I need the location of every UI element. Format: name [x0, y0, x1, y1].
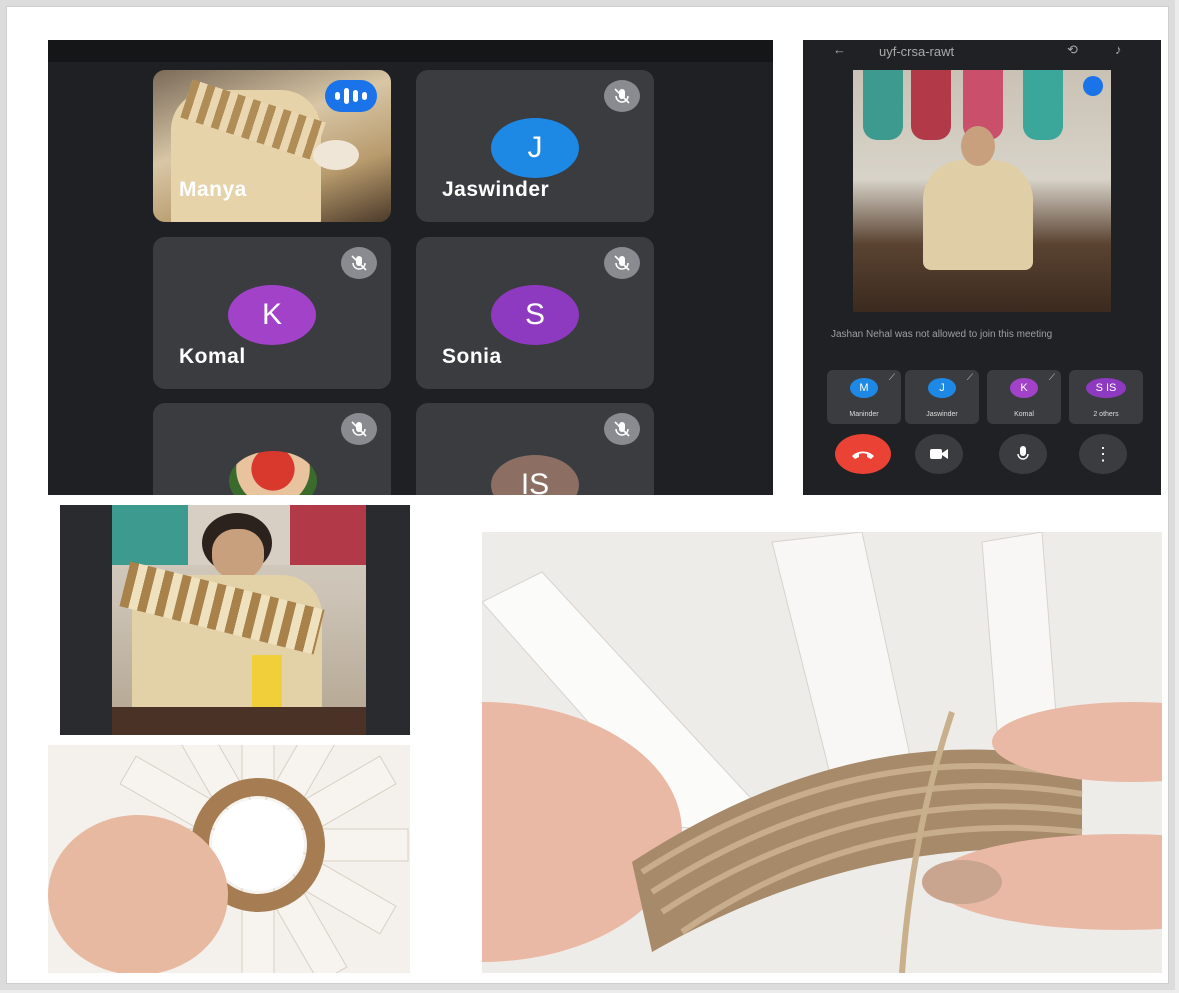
strip-label: Komal: [1014, 411, 1034, 418]
face: [212, 529, 264, 579]
avatar: K: [1010, 378, 1038, 398]
strip-tile-others[interactable]: S IS 2 others: [1069, 370, 1143, 424]
camera-button[interactable]: [915, 434, 963, 474]
presenter-figure: [923, 160, 1033, 270]
avatar: J: [928, 378, 956, 398]
speaking-indicator-icon: [1083, 76, 1103, 96]
mic-off-icon: [604, 80, 640, 112]
meeting-grid-screenshot: Manya J Jaswinder K Komal S Sonia IS: [48, 40, 773, 495]
mic-off-icon: [341, 247, 377, 279]
strip-tile[interactable]: ⟋ K Komal: [987, 370, 1061, 424]
avatar: M: [850, 378, 878, 398]
strip-tile[interactable]: ⟋ M Maninder: [827, 370, 901, 424]
back-arrow-icon[interactable]: ←: [833, 42, 846, 57]
participant-name: Jaswinder: [442, 178, 550, 201]
avatar: IS: [491, 455, 579, 495]
end-call-button[interactable]: [835, 434, 891, 474]
more-options-icon[interactable]: ⋮: [1079, 434, 1127, 474]
microphone-icon: [1017, 446, 1029, 460]
main-video: [853, 70, 1111, 312]
craft-photo-weaving: [482, 532, 1162, 973]
jute-weaving-illustration: [482, 532, 1162, 973]
participant-name: Manya: [179, 178, 247, 201]
meeting-code[interactable]: uyf-crsa-rawt: [879, 44, 954, 59]
strip-label: 2 others: [1093, 411, 1119, 418]
status-bar: [48, 40, 773, 62]
participant-tile-sonia[interactable]: S Sonia: [416, 237, 654, 389]
mic-off-icon: [604, 413, 640, 445]
avatar: S: [491, 285, 579, 345]
participant-name: Sonia: [442, 345, 502, 368]
meet-call-screenshot: ← uyf-crsa-rawt ⟲ ♪ Jashan Nehal was not…: [803, 40, 1161, 495]
participant-tile-photo[interactable]: [153, 403, 391, 495]
mic-off-icon: ⟋: [888, 372, 895, 382]
call-header: ← uyf-crsa-rawt ⟲ ♪: [803, 40, 1161, 66]
system-notice: Jashan Nehal was not allowed to join thi…: [831, 329, 1053, 340]
mic-off-icon: ⟋: [966, 372, 973, 382]
paper-strips-illustration: [48, 745, 409, 973]
speaking-indicator-icon: [325, 80, 377, 112]
strip-tile[interactable]: ⟋ J Jaswinder: [905, 370, 979, 424]
strip-label: Maninder: [849, 411, 879, 418]
participant-name: Komal: [179, 345, 246, 368]
speaker-icon[interactable]: ♪: [1115, 42, 1122, 57]
participant-tile-jaswinder[interactable]: J Jaswinder: [416, 70, 654, 222]
craft-photo-holder: [48, 745, 410, 973]
mic-off-icon: [341, 413, 377, 445]
microphone-button[interactable]: [999, 434, 1047, 474]
participant-tile-is[interactable]: IS: [416, 403, 654, 495]
participant-tile-manya[interactable]: Manya: [153, 70, 391, 222]
avatar: K: [228, 285, 316, 345]
mic-off-icon: ⟋: [1048, 372, 1055, 382]
participant-tile-komal[interactable]: K Komal: [153, 237, 391, 389]
avatar-group: S IS: [1086, 378, 1126, 398]
avatar: J: [491, 118, 579, 178]
teacher-video-photo: [60, 505, 410, 735]
switch-camera-icon[interactable]: ⟲: [1067, 42, 1078, 58]
mic-off-icon: [604, 247, 640, 279]
strip-label: Jaswinder: [926, 411, 958, 418]
profile-photo-avatar: [229, 451, 317, 495]
camera-icon: [930, 449, 948, 459]
